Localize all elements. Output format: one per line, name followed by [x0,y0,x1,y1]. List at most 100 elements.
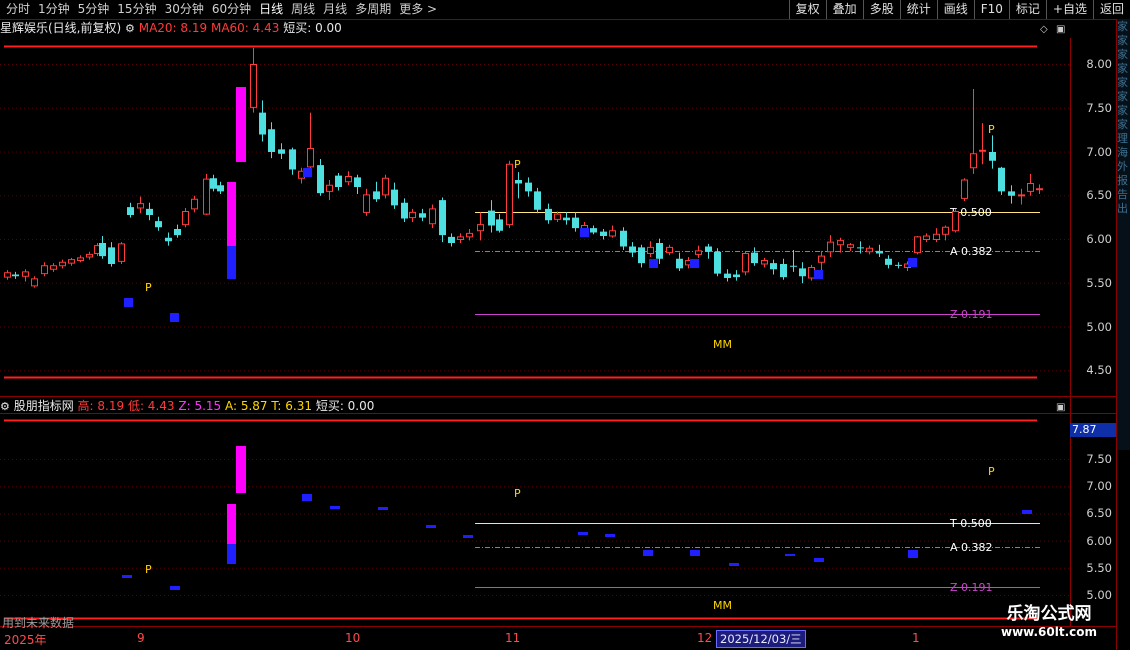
candle-body [488,210,495,226]
candle-body [86,253,93,258]
candle-body [345,176,352,183]
candle-body [885,258,892,265]
candle-body [127,207,134,215]
candle-body [620,230,627,247]
z-level-label: Z 0.191 [950,308,993,321]
candle-body [448,236,455,243]
candle-body [191,198,198,210]
panel-char: 家 [1117,62,1128,75]
candle-body [1027,183,1034,192]
candle-body [818,255,825,263]
candle-body [289,149,296,170]
sub-blue-dash [170,586,180,590]
candle-body [250,64,257,108]
blue-marker [580,228,589,237]
candle-body [409,211,416,219]
axis-label: 7.50 [1086,100,1112,115]
candle-body [590,228,597,233]
signal-bar [236,87,246,162]
candle-body [808,267,815,279]
candle-body [656,243,663,259]
kline-chart[interactable]: T 0.500A 0.382Z 0.191PPPMMT 0.500A 0.382… [0,0,1130,650]
axis-label: 5.50 [1086,275,1112,290]
candle-body [22,271,29,277]
sub-blue-dash [426,525,436,528]
axis-label: 7.50 [1086,452,1112,466]
candle-body [724,273,731,278]
axis-label: 5.50 [1086,560,1112,575]
candle-body [676,258,683,269]
candle-body [827,241,834,253]
candle-body [373,191,380,200]
axis-label: 6.50 [1086,506,1112,521]
axis-label: 7.00 [1086,479,1112,494]
candle-body [876,250,883,254]
sub-blue-dash [814,558,824,562]
panel-char: 海 [1117,146,1128,159]
candle-body [391,189,398,206]
candle-body [268,129,275,152]
indicator-price-axis: 7.50 7.00 6.50 6.00 5.50 5.00 [1070,440,1116,602]
candle-body [155,221,162,228]
candle-body [317,165,324,194]
candle-body [1036,188,1043,191]
p-marker: P [145,281,152,294]
candle-body [401,202,408,219]
candle-body [629,246,636,253]
date-label: 2025年 [4,633,47,647]
candle-body [259,112,266,135]
candle-body [439,200,446,236]
blue-marker [649,259,658,268]
candle-body [307,148,314,168]
blue-marker [908,258,917,267]
sub-blue-dash [578,532,588,535]
candle-body [923,235,930,240]
signal-bar [227,182,236,246]
maximize-icon: ▣ [1056,24,1065,35]
candle-body [12,274,19,277]
p-marker: P [514,158,521,171]
right-info-panel: 家家家家家家家家理海外报告出 [1117,20,1130,450]
candle-body [326,184,333,192]
candle-body [714,251,721,274]
candle-body [770,263,777,270]
candle-body [545,208,552,221]
candle-body [118,243,125,262]
candle-body [790,265,797,267]
candle-body [165,237,172,242]
candle-body [647,246,654,254]
sub-blue-dash [378,507,388,510]
sub-signal-bar [227,544,236,564]
candle-body [457,236,464,240]
candle-body [998,167,1005,192]
sub-blue-dash [330,506,340,509]
blue-marker [124,298,133,307]
candle-body [525,182,532,192]
candle-body [31,278,38,287]
panel-char: 家 [1117,76,1128,89]
candle-body [554,213,561,220]
candle-body [108,247,115,264]
date-label: 12 [697,631,713,645]
mm-marker: MM [713,338,732,351]
candle-body [666,246,673,254]
logo-title: 乐淘公式网 [1006,604,1092,624]
axis-label: 6.00 [1086,533,1112,548]
candle-body [354,177,361,187]
candle-body [335,175,342,187]
candle-body [77,257,84,261]
sub-blue-dash [729,563,739,566]
candle-body [970,153,977,169]
candle-body [705,246,712,252]
candle-body [933,233,940,240]
candle-body [847,244,854,248]
sub-blue-dash [463,535,473,538]
candle-body [363,194,370,213]
candle-body [506,163,513,226]
candle-body [534,191,541,210]
logo-url: www.60lt.com [1000,625,1098,639]
candle-body [979,149,986,152]
candle-body [429,208,436,225]
panel-char: 告 [1117,188,1128,201]
sub-blue-dash [643,550,653,556]
